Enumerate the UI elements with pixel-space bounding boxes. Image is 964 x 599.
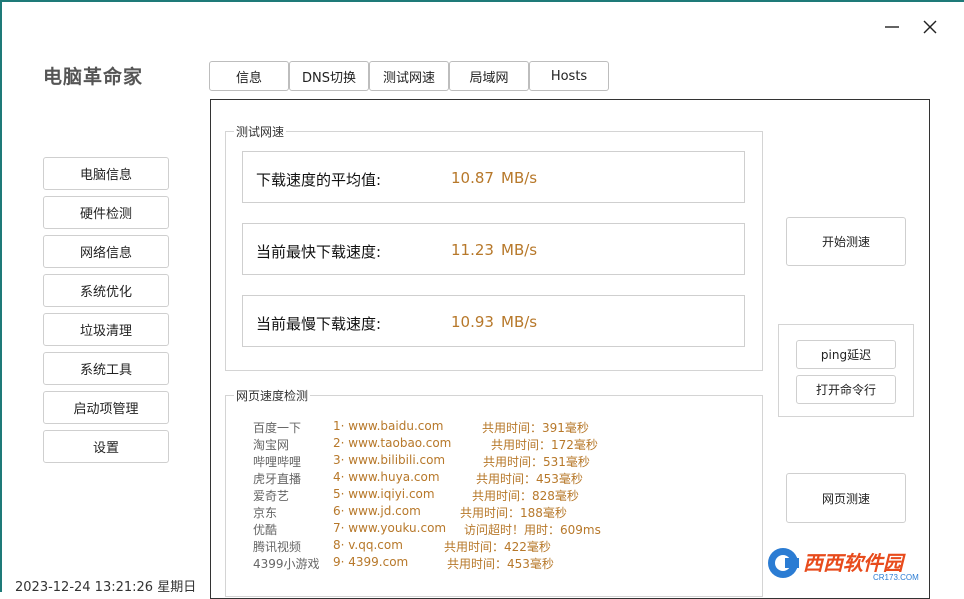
site-name: 京东 <box>253 506 278 520</box>
sidebar-item-system-optimize[interactable]: 系统优化 <box>43 274 169 307</box>
speed-label: 当前最快下载速度: <box>256 243 382 261</box>
site-url: 8· v.qq.com <box>333 538 403 552</box>
close-button[interactable] <box>917 14 943 40</box>
speed-unit: MB/s <box>501 241 538 259</box>
site-time: 共用时间：391毫秒 <box>482 421 589 435</box>
status-datetime: 2023-12-24 13:21:26 星期日 <box>15 580 197 595</box>
web-test-button[interactable]: 网页测速 <box>786 473 906 523</box>
site-name: 哔哩哔哩 <box>253 455 302 469</box>
minimize-button[interactable] <box>879 14 905 40</box>
sidebar-item-network-info[interactable]: 网络信息 <box>43 235 169 268</box>
sidebar-item-settings[interactable]: 设置 <box>43 430 169 463</box>
watermark-logo: 西西软件园 CR173.COM <box>768 548 919 582</box>
site-time: 访问超时！用时：609ms <box>464 523 601 537</box>
speed-unit: MB/s <box>501 313 538 331</box>
site-time: 共用时间：828毫秒 <box>472 489 579 503</box>
sidebar-item-system-tools[interactable]: 系统工具 <box>43 352 169 385</box>
site-time: 共用时间：422毫秒 <box>444 540 551 554</box>
speed-row-slowest: 当前最慢下载速度: 10.93 MB/s <box>242 295 745 347</box>
speed-label: 下载速度的平均值: <box>256 171 382 189</box>
site-name: 虎牙直播 <box>253 472 302 486</box>
web-speed-group-title: 网页速度检测 <box>236 389 309 403</box>
site-url: 1· www.baidu.com <box>333 419 444 433</box>
speed-row-average: 下载速度的平均值: 10.87 MB/s <box>242 151 745 203</box>
tab-hosts[interactable]: Hosts <box>529 61 609 91</box>
site-time: 共用时间：188毫秒 <box>460 506 567 520</box>
site-name: 百度一下 <box>253 421 302 435</box>
site-time: 共用时间：453毫秒 <box>447 557 554 571</box>
tab-info[interactable]: 信息 <box>209 61 289 91</box>
watermark-subtext: CR173.COM <box>873 573 919 582</box>
sidebar-item-startup-manager[interactable]: 启动项管理 <box>43 391 169 424</box>
sidebar-item-hardware-check[interactable]: 硬件检测 <box>43 196 169 229</box>
sidebar-item-computer-info[interactable]: 电脑信息 <box>43 157 169 190</box>
start-test-button[interactable]: 开始测速 <box>786 217 906 266</box>
site-time: 共用时间：531毫秒 <box>483 455 590 469</box>
speed-label: 当前最慢下载速度: <box>256 315 382 333</box>
minimize-icon <box>885 26 899 28</box>
speed-test-group-title: 测试网速 <box>236 125 285 139</box>
open-cmd-button[interactable]: 打开命令行 <box>796 375 896 404</box>
site-url: 5· www.iqiyi.com <box>333 487 435 501</box>
watermark-text: 西西软件园 <box>803 552 906 575</box>
app-title: 电脑革命家 <box>43 66 144 88</box>
site-name: 优酷 <box>253 523 278 537</box>
tab-lan[interactable]: 局域网 <box>449 61 529 91</box>
site-url: 2· www.taobao.com <box>333 436 452 450</box>
site-time: 共用时间：453毫秒 <box>476 472 583 486</box>
ping-button[interactable]: ping延迟 <box>796 340 896 369</box>
tab-dns-switch[interactable]: DNS切换 <box>289 61 369 91</box>
close-icon <box>923 20 937 34</box>
site-url: 6· www.jd.com <box>333 504 421 518</box>
site-name: 腾讯视频 <box>253 540 302 554</box>
speed-unit: MB/s <box>501 169 538 187</box>
site-url: 9· 4399.com <box>333 555 409 569</box>
speed-value: 10.87 <box>451 169 494 187</box>
speed-value: 11.23 <box>451 241 494 259</box>
site-url: 7· www.youku.com <box>333 521 447 535</box>
speed-value: 10.93 <box>451 313 494 331</box>
site-time: 共用时间：172毫秒 <box>491 438 598 452</box>
site-name: 爱奇艺 <box>253 489 290 503</box>
speed-row-fastest: 当前最快下载速度: 11.23 MB/s <box>242 223 745 275</box>
sidebar-item-junk-clean[interactable]: 垃圾清理 <box>43 313 169 346</box>
site-name: 淘宝网 <box>253 438 290 452</box>
site-name: 4399小游戏 <box>253 557 320 571</box>
tab-speed-test[interactable]: 测试网速 <box>369 61 449 91</box>
site-url: 3· www.bilibili.com <box>333 453 446 467</box>
site-url: 4· www.huya.com <box>333 470 440 484</box>
